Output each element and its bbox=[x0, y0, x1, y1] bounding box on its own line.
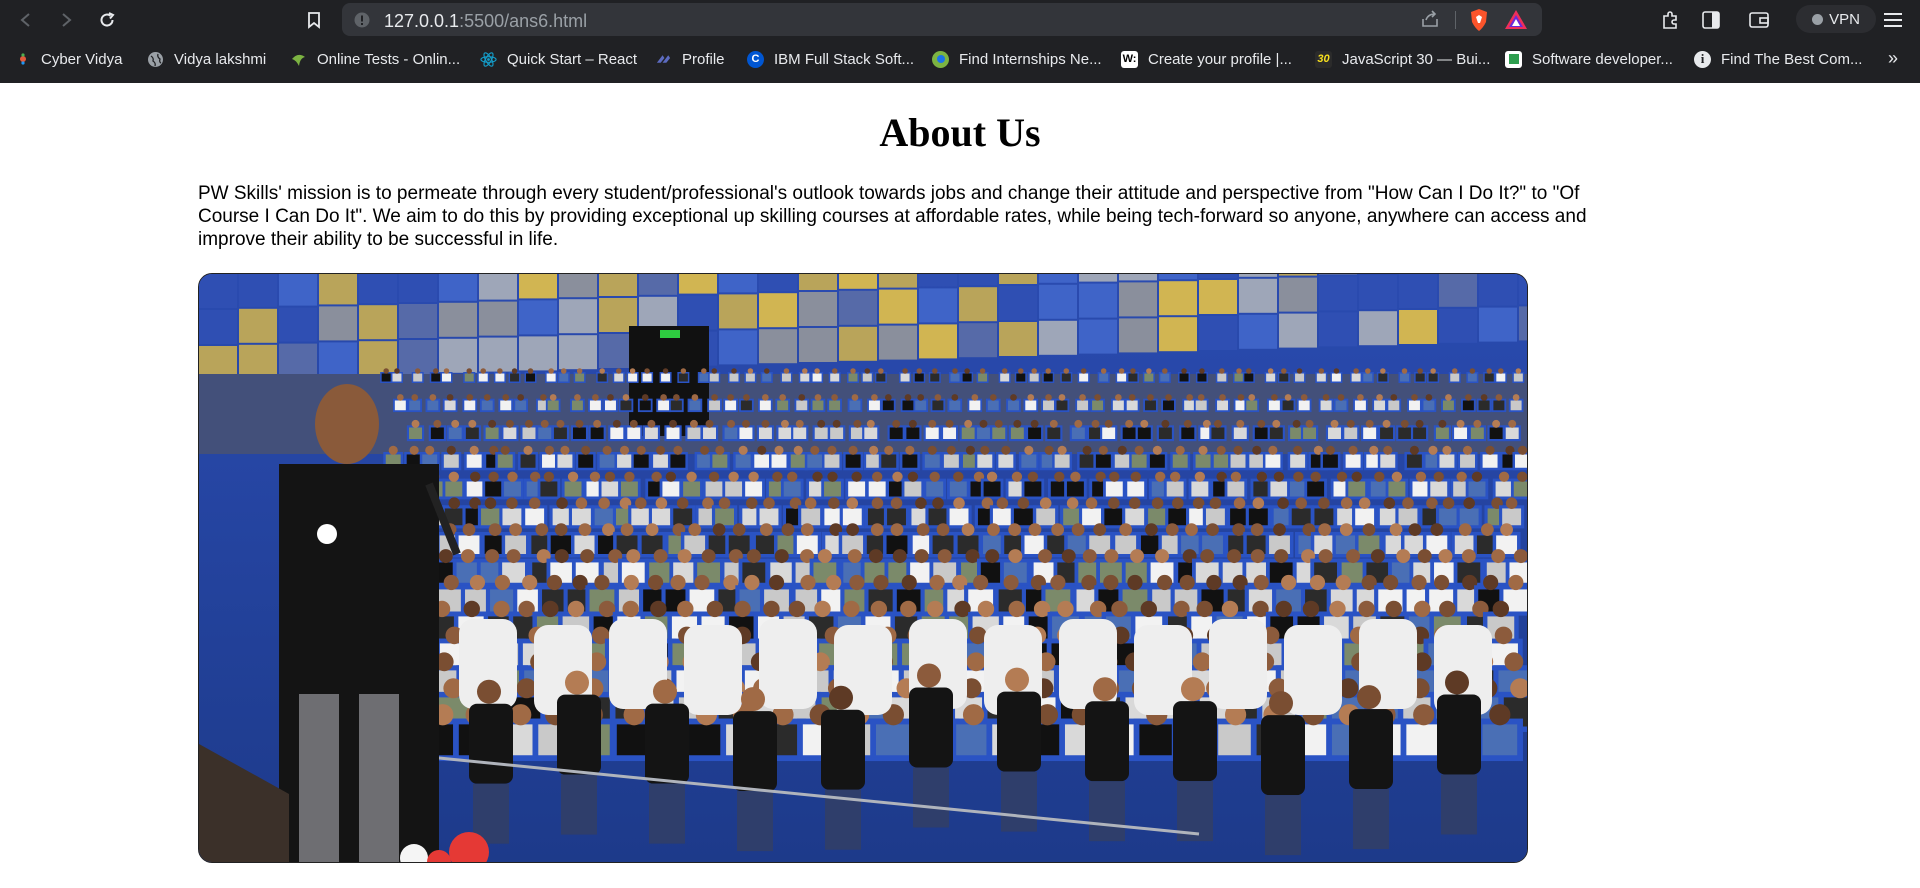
bookmark-label: Profile bbox=[682, 50, 725, 68]
bookmark-label: IBM Full Stack Soft... bbox=[774, 50, 915, 68]
globe-icon bbox=[147, 51, 164, 68]
vpn-status-icon bbox=[1812, 13, 1824, 25]
info-icon: i bbox=[1694, 50, 1711, 68]
wellfound-icon: W: bbox=[1121, 50, 1138, 68]
bookmark-label: JavaScript 30 — Bui... bbox=[1342, 50, 1491, 68]
bookmark-label: Cyber Vidya bbox=[41, 50, 123, 68]
bookmark-icon bbox=[308, 12, 320, 29]
bookmark-label: Find The Best Com... bbox=[1721, 50, 1863, 68]
extensions-icon[interactable] bbox=[1660, 10, 1680, 30]
bookmark-quick-start-react[interactable]: Quick Start – React bbox=[480, 48, 637, 70]
react-icon bbox=[480, 51, 497, 68]
url-path: :5500/ans6.html bbox=[459, 11, 588, 31]
bookmark-label: Quick Start – React bbox=[507, 50, 638, 68]
site-info-icon[interactable] bbox=[354, 12, 370, 28]
coursera-icon: C bbox=[747, 50, 764, 68]
url-host: 127.0.0.1 bbox=[384, 11, 460, 31]
bookmarks-bar: Cyber Vidya Vidya lakshmi Online Tests -… bbox=[0, 44, 1920, 74]
share-icon[interactable] bbox=[1420, 10, 1440, 28]
forward-button[interactable] bbox=[53, 7, 79, 33]
page-title: About Us bbox=[879, 110, 1041, 155]
bookmark-find-best-com[interactable]: i Find The Best Com... bbox=[1694, 48, 1862, 70]
browser-toolbar: 127.0.0.1:5500/ans6.html VPN bbox=[0, 0, 1920, 40]
bookmark-profile[interactable]: Profile bbox=[655, 48, 725, 70]
bookmarks-overflow-button[interactable]: » bbox=[1888, 48, 1898, 69]
bookmark-label: Find Internships Ne... bbox=[959, 50, 1102, 68]
bookmark-page-button[interactable] bbox=[301, 7, 327, 33]
bookmark-label: Software developer... bbox=[1532, 50, 1673, 68]
address-bar[interactable]: 127.0.0.1:5500/ans6.html bbox=[342, 3, 1542, 36]
bookmark-label: Vidya lakshmi bbox=[174, 50, 267, 68]
url-text: 127.0.0.1:5500/ans6.html bbox=[384, 11, 587, 32]
auditorium-photo bbox=[198, 273, 1528, 863]
profile-icon bbox=[655, 51, 672, 68]
internshala-icon bbox=[932, 50, 949, 68]
bookmark-create-profile[interactable]: W: Create your profile |... bbox=[1121, 48, 1292, 70]
bookmark-cyber-vidya[interactable]: Cyber Vidya bbox=[14, 48, 122, 70]
bookmark-online-tests[interactable]: Online Tests - Onlin... bbox=[290, 48, 460, 70]
bookmark-label: Online Tests - Onlin... bbox=[317, 50, 461, 68]
menu-icon[interactable] bbox=[1884, 12, 1902, 28]
reload-button[interactable] bbox=[94, 7, 120, 33]
brave-rewards-icon[interactable] bbox=[1504, 9, 1528, 31]
online-tests-icon bbox=[290, 51, 307, 68]
bookmark-software-developer[interactable]: Software developer... bbox=[1505, 48, 1673, 70]
bookmark-ibm-full-stack[interactable]: C IBM Full Stack Soft... bbox=[747, 48, 914, 70]
bookmark-find-internships[interactable]: Find Internships Ne... bbox=[932, 48, 1102, 70]
back-button[interactable] bbox=[13, 7, 39, 33]
reload-icon bbox=[100, 12, 115, 27]
bookmark-javascript30[interactable]: 30 JavaScript 30 — Bui... bbox=[1315, 48, 1490, 70]
mission-statement: PW Skills' mission is to permeate throug… bbox=[198, 183, 1587, 250]
audience-image bbox=[199, 274, 1527, 862]
javascript30-icon: 30 bbox=[1315, 50, 1332, 68]
back-arrow-icon bbox=[20, 13, 30, 27]
brave-shields-icon[interactable] bbox=[1468, 8, 1490, 32]
vpn-label: VPN bbox=[1829, 10, 1860, 28]
address-divider bbox=[1455, 11, 1456, 29]
vpn-button[interactable]: VPN bbox=[1796, 5, 1876, 33]
wallet-icon[interactable] bbox=[1749, 11, 1769, 29]
cyber-vidya-icon bbox=[14, 51, 31, 68]
jobs-icon bbox=[1505, 50, 1522, 68]
browser-chrome: 127.0.0.1:5500/ans6.html VPN Cyber Vidya… bbox=[0, 0, 1920, 83]
forward-arrow-icon bbox=[62, 13, 72, 27]
sidebar-icon[interactable] bbox=[1702, 11, 1720, 29]
bookmark-label: Create your profile |... bbox=[1148, 50, 1292, 68]
exit-sign bbox=[660, 330, 680, 338]
bookmark-vidya-lakshmi[interactable]: Vidya lakshmi bbox=[147, 48, 266, 70]
page-content: About Us PW Skills' mission is to permea… bbox=[0, 83, 1920, 888]
